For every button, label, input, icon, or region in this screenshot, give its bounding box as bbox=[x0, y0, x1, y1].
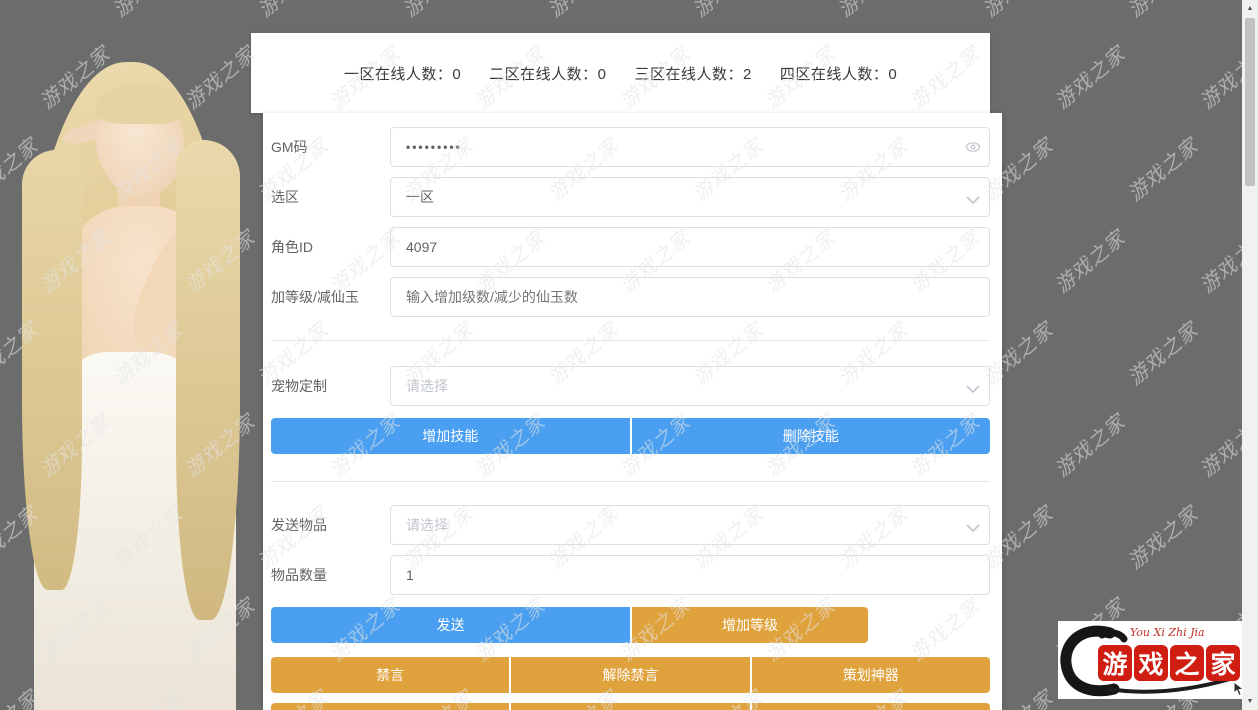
scroll-up-arrow[interactable]: ▲ bbox=[1242, 0, 1258, 17]
level-jade-input[interactable] bbox=[390, 277, 990, 317]
gm-code-row: GM码 bbox=[271, 127, 990, 167]
chevron-down-icon bbox=[966, 385, 980, 394]
clipped-button[interactable] bbox=[511, 703, 750, 710]
level-jade-row: 加等级/减仙玉 bbox=[271, 277, 990, 317]
character-hair-strand-right bbox=[176, 140, 240, 620]
item-count-input[interactable] bbox=[390, 555, 990, 595]
send-item-select[interactable]: 请选择 bbox=[390, 505, 990, 545]
pet-custom-select[interactable]: 请选择 bbox=[390, 366, 990, 406]
pet-custom-row: 宠物定制 请选择 bbox=[271, 366, 990, 406]
add-level-button[interactable]: 增加等级 bbox=[632, 607, 868, 643]
logo-char: 之 bbox=[1170, 645, 1204, 681]
character-artwork bbox=[0, 0, 250, 710]
logo-characters: 游 戏 之 家 bbox=[1098, 645, 1240, 681]
pet-custom-label: 宠物定制 bbox=[271, 378, 327, 394]
eye-icon[interactable] bbox=[965, 139, 981, 155]
site-logo: You Xi Zhi Jia 游 戏 之 家 bbox=[1058, 621, 1242, 699]
chevron-down-icon bbox=[966, 196, 980, 205]
send-item-row: 发送物品 请选择 bbox=[271, 505, 990, 545]
online-stats-header: 一区在线人数：0 二区在线人数：0 三区在线人数：2 四区在线人数：0 bbox=[251, 33, 990, 113]
send-item-placeholder: 请选择 bbox=[406, 517, 448, 533]
scrollbar[interactable]: ▲ ▼ bbox=[1242, 0, 1258, 710]
role-id-label: 角色ID bbox=[271, 239, 313, 255]
remove-skill-button[interactable]: 删除技能 bbox=[631, 418, 990, 454]
character-hair-strand-left bbox=[22, 150, 82, 590]
clipped-button[interactable] bbox=[271, 703, 510, 710]
gm-code-label: GM码 bbox=[271, 139, 308, 155]
pet-custom-placeholder: 请选择 bbox=[406, 378, 448, 394]
gm-form-panel: GM码 选区 一区 角色ID bbox=[263, 113, 1002, 710]
logo-char: 家 bbox=[1206, 645, 1240, 681]
page-root: 一区在线人数：0 二区在线人数：0 三区在线人数：2 四区在线人数：0 GM码 … bbox=[0, 0, 1258, 710]
item-count-row: 物品数量 bbox=[271, 555, 990, 595]
clipped-button-row bbox=[271, 703, 990, 710]
zone-label: 选区 bbox=[271, 189, 299, 205]
item-count-label: 物品数量 bbox=[271, 567, 327, 583]
gm-code-input[interactable] bbox=[390, 127, 990, 167]
send-item-label: 发送物品 bbox=[271, 517, 327, 533]
add-skill-button[interactable]: 增加技能 bbox=[271, 418, 630, 454]
zone-select-value: 一区 bbox=[406, 189, 434, 205]
scroll-down-arrow[interactable]: ▼ bbox=[1242, 693, 1258, 710]
level-jade-label: 加等级/减仙玉 bbox=[271, 289, 359, 305]
character-fringe bbox=[96, 84, 184, 124]
scrollbar-thumb[interactable] bbox=[1245, 18, 1255, 186]
moderation-button-row: 禁言 解除禁言 策划神器 bbox=[271, 657, 990, 693]
section-divider-1 bbox=[271, 340, 990, 341]
online-count-zone4: 四区在线人数：0 bbox=[779, 65, 898, 83]
online-count-zone2: 二区在线人数：0 bbox=[489, 65, 607, 83]
send-level-button-row: 发送 增加等级 bbox=[271, 607, 868, 643]
zone-row: 选区 一区 bbox=[271, 177, 990, 217]
logo-script-text: You Xi Zhi Jia bbox=[1130, 626, 1205, 639]
logo-char: 戏 bbox=[1134, 645, 1168, 681]
clipped-button[interactable] bbox=[751, 703, 990, 710]
role-id-input[interactable] bbox=[390, 227, 990, 267]
zone-select[interactable]: 一区 bbox=[390, 177, 990, 217]
chevron-down-icon bbox=[966, 524, 980, 533]
unmute-button[interactable]: 解除禁言 bbox=[511, 657, 750, 693]
mute-button[interactable]: 禁言 bbox=[271, 657, 510, 693]
online-count-zone3: 三区在线人数：2 bbox=[634, 65, 752, 83]
logo-char: 游 bbox=[1098, 645, 1132, 681]
section-divider-2 bbox=[271, 481, 990, 482]
planner-tool-button[interactable]: 策划神器 bbox=[751, 657, 990, 693]
send-button[interactable]: 发送 bbox=[271, 607, 630, 643]
skill-button-row: 增加技能 删除技能 bbox=[271, 418, 990, 454]
online-count-zone1: 一区在线人数：0 bbox=[343, 65, 462, 83]
role-id-row: 角色ID bbox=[271, 227, 990, 267]
